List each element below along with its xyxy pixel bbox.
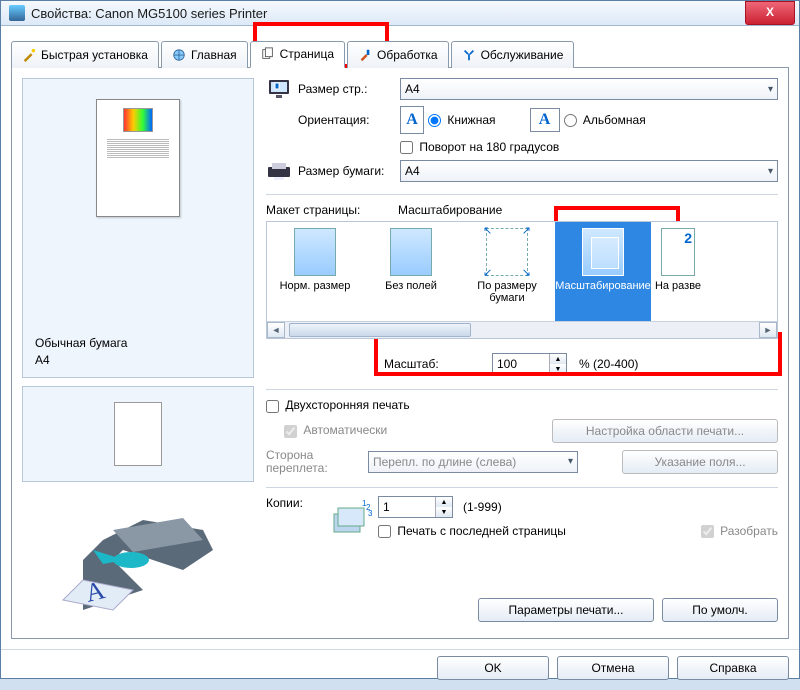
preview-pane: Обычная бумага A4 <box>22 78 254 378</box>
page-size-label: Размер стр.: <box>298 82 394 96</box>
window-title: Свойства: Canon MG5100 series Printer <box>31 6 745 21</box>
ok-button[interactable]: OK <box>437 656 549 680</box>
copies-label: Копии: <box>266 496 322 510</box>
tabs: Быстрая установка Главная Страница Обраб… <box>11 40 789 68</box>
tab-proc-label: Обработка <box>377 48 438 62</box>
page-layout-label: Макет страницы: <box>266 203 392 217</box>
layout-normal[interactable]: Норм. размер <box>267 222 363 322</box>
printer-icon <box>9 5 25 21</box>
copies-input[interactable]: ▲▼ <box>378 496 453 518</box>
portrait-radio[interactable]: Книжная <box>428 113 496 127</box>
page-layout-value: Масштабирование <box>398 203 502 217</box>
bind-side-dropdown: Перепл. по длине (слева) <box>368 451 578 473</box>
layout-strip: Норм. размер Без полей ↖↗ ↙↘ По размеру … <box>266 221 778 339</box>
tab-page[interactable]: Страница <box>250 41 345 68</box>
tab-maint-label: Обслуживание <box>481 48 564 62</box>
cancel-button[interactable]: Отмена <box>557 656 669 680</box>
layout-nup[interactable]: 2 На разве <box>651 222 705 322</box>
magic-icon <box>22 48 36 62</box>
bind-side-label: Сторона переплета: <box>266 449 362 475</box>
page-size-dropdown[interactable]: A4 <box>400 78 778 100</box>
page-preview <box>96 99 180 217</box>
scale-input[interactable]: ▲▼ <box>492 353 567 375</box>
layout-scrollbar[interactable]: ◄► <box>267 321 777 338</box>
duplex-checkbox[interactable]: Двухсторонняя печать <box>266 398 410 412</box>
monitor-icon <box>267 78 291 100</box>
layout-scaled[interactable]: Масштабирование <box>555 222 651 322</box>
print-area-button: Настройка области печати... <box>552 419 778 443</box>
print-params-button[interactable]: Параметры печати... <box>478 598 654 622</box>
landscape-radio[interactable]: Альбомная <box>564 113 646 127</box>
layout-fit[interactable]: ↖↗ ↙↘ По размеру бумаги <box>459 222 555 322</box>
orientation-label: Ориентация: <box>298 113 394 127</box>
tools-icon <box>462 48 476 62</box>
rotate180-checkbox[interactable]: Поворот на 180 градусов <box>400 140 559 154</box>
close-button[interactable]: X <box>745 1 795 25</box>
defaults-button[interactable]: По умолч. <box>662 598 778 622</box>
color-swatch-icon <box>123 108 153 132</box>
tab-quick-label: Быстрая установка <box>41 48 148 62</box>
media-info: Обычная бумага A4 <box>31 329 127 369</box>
printer-small-icon <box>266 161 292 181</box>
tab-main-label: Главная <box>191 48 237 62</box>
scale-label: Масштаб: <box>384 357 480 371</box>
tab-main[interactable]: Главная <box>161 41 248 68</box>
globe-icon <box>172 48 186 62</box>
duplex-auto-checkbox: Автоматически <box>284 423 387 437</box>
tab-maint[interactable]: Обслуживание <box>451 41 575 68</box>
mini-preview <box>22 386 254 482</box>
printer-illustration: A <box>22 490 254 628</box>
tab-page-label: Страница <box>280 47 334 61</box>
svg-text:3: 3 <box>368 509 372 518</box>
layout-borderless[interactable]: Без полей <box>363 222 459 322</box>
portrait-icon: A <box>400 106 424 134</box>
pages-icon <box>261 47 275 61</box>
brush-icon <box>358 48 372 62</box>
help-button[interactable]: Справка <box>677 656 789 680</box>
collate-checkbox: Разобрать <box>701 524 778 538</box>
paper-size-dropdown[interactable]: A4 <box>400 160 778 182</box>
from-last-checkbox[interactable]: Печать с последней страницы <box>378 524 566 538</box>
mini-page-icon <box>114 402 162 466</box>
titlebar: Свойства: Canon MG5100 series Printer X <box>1 1 799 26</box>
margin-button: Указание поля... <box>622 450 778 474</box>
tab-proc[interactable]: Обработка <box>347 41 449 68</box>
scale-range: % (20-400) <box>579 357 638 371</box>
copies-range: (1-999) <box>463 500 502 514</box>
landscape-icon: A <box>530 108 560 132</box>
tab-quick[interactable]: Быстрая установка <box>11 41 159 68</box>
paper-size-label: Размер бумаги: <box>298 164 394 178</box>
collate-icon: 123 <box>328 496 372 540</box>
